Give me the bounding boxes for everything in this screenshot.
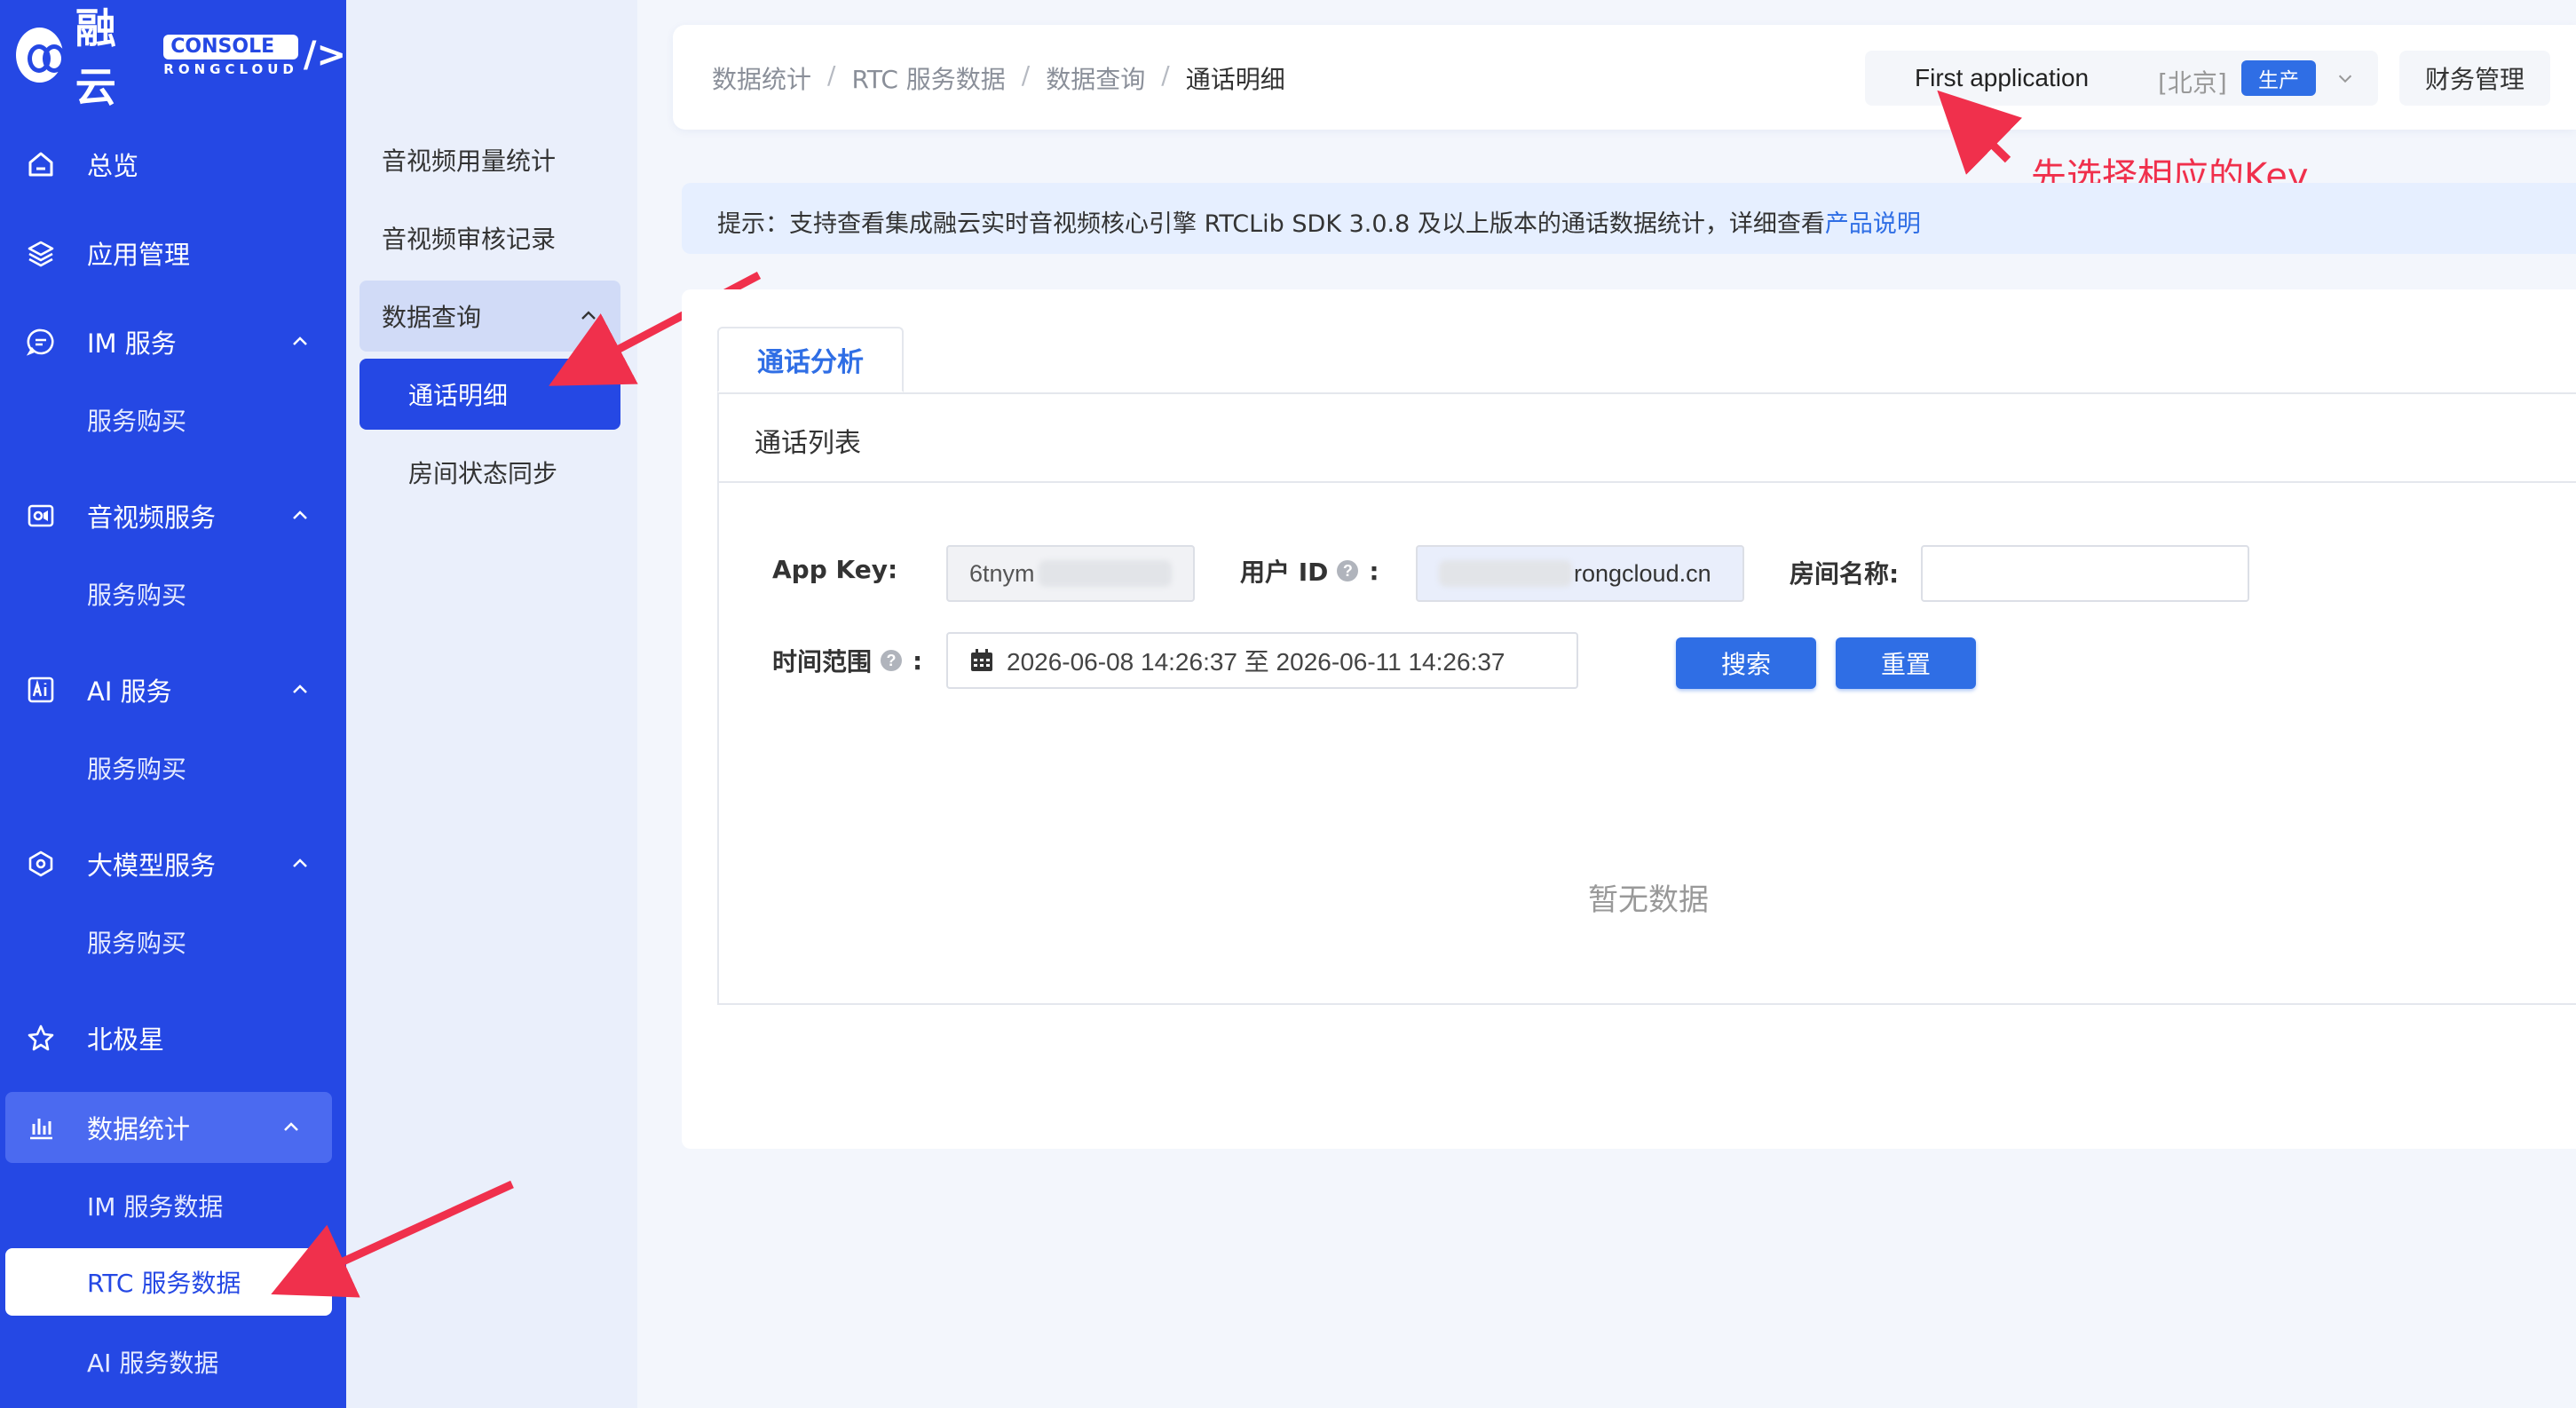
room-name-input[interactable]: [1921, 545, 2249, 602]
user-id-field[interactable]: rongcloud.cn: [1416, 545, 1744, 602]
call-list-panel: 通话列表 App Key: 6tnym 用户 ID ? : rongcloud.…: [717, 392, 2576, 1005]
reset-button[interactable]: 重置: [1836, 637, 1976, 689]
arrow-to-app-selector: [1937, 90, 2023, 175]
app-key-value: 6tnym: [969, 559, 1035, 587]
redacted-mask: [1038, 560, 1172, 587]
product-doc-link[interactable]: 产品说明: [1825, 210, 1921, 238]
app-key-label: App Key:: [772, 555, 898, 584]
content-card: 通话分析 通话列表 App Key: 6tnym 用户 ID ? : rongc…: [682, 289, 2576, 1149]
help-icon[interactable]: ?: [881, 650, 903, 671]
tab-strip: 通话分析: [717, 327, 2576, 394]
help-icon[interactable]: ?: [1337, 560, 1359, 581]
tab-call-analysis[interactable]: 通话分析: [717, 327, 904, 392]
room-name-label: 房间名称:: [1790, 559, 1900, 589]
tip-text: 提示：支持查看集成融云实时音视频核心引擎 RTCLib SDK 3.0.8 及以…: [717, 210, 1825, 238]
search-button[interactable]: 搜索: [1676, 637, 1816, 689]
empty-state: 暂无数据: [1588, 882, 1709, 918]
panel-title: 通话列表: [755, 428, 861, 459]
time-range-picker[interactable]: 2026-06-08 14:26:37 至 2026-06-11 14:26:3…: [946, 632, 1578, 689]
time-range-value: 2026-06-08 14:26:37 至 2026-06-11 14:26:3…: [1007, 648, 1505, 676]
divider: [719, 481, 2576, 483]
user-id-value: rongcloud.cn: [1574, 559, 1711, 587]
app-key-field[interactable]: 6tnym: [946, 545, 1195, 602]
redacted-mask: [1439, 560, 1572, 587]
arrow-to-rtc-data: [271, 1180, 514, 1298]
time-range-label: 时间范围 ? :: [772, 645, 923, 677]
calendar-icon: [971, 649, 992, 671]
user-id-label: 用户 ID ? :: [1240, 556, 1379, 588]
tip-bar: 提示：支持查看集成融云实时音视频核心引擎 RTCLib SDK 3.0.8 及以…: [682, 183, 2576, 254]
